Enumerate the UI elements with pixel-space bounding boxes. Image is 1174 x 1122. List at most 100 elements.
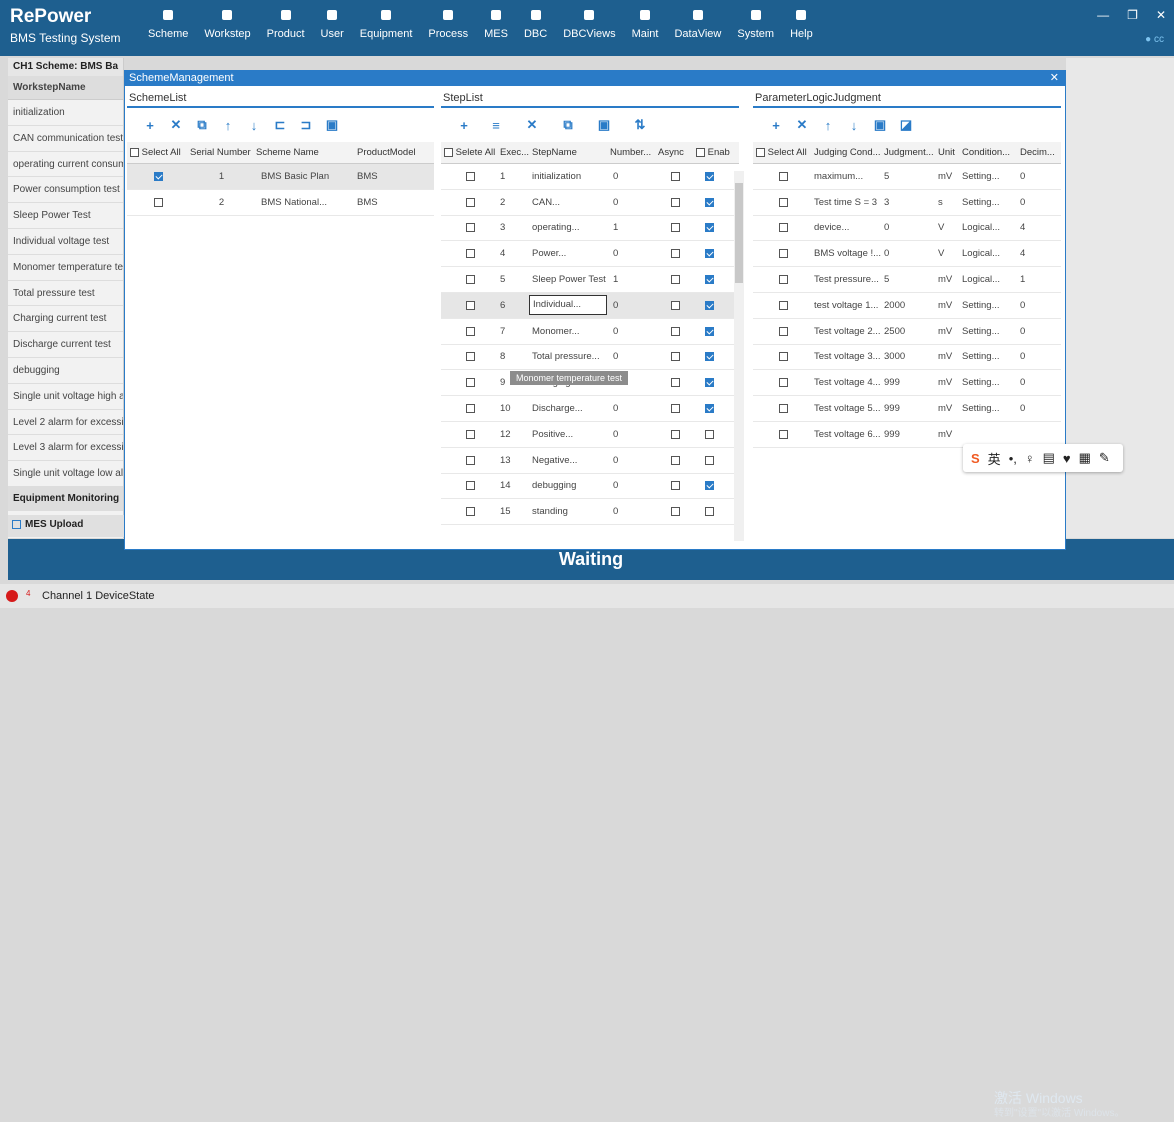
step-row-checkbox[interactable] bbox=[466, 171, 475, 181]
add-icon[interactable]: + bbox=[137, 118, 163, 133]
step-async-checkbox[interactable] bbox=[671, 455, 680, 465]
parameter-row-checkbox[interactable] bbox=[779, 326, 788, 336]
step-async-checkbox[interactable] bbox=[671, 197, 680, 207]
workstep-row[interactable]: Power consumption test c bbox=[8, 177, 123, 204]
step-row-checkbox[interactable] bbox=[466, 249, 475, 259]
scheme-row-checkbox[interactable] bbox=[154, 197, 163, 207]
step-row[interactable]: 6 Individual... 0 bbox=[441, 292, 739, 319]
select-all-checkbox[interactable] bbox=[756, 147, 765, 157]
step-async-checkbox[interactable] bbox=[671, 378, 680, 388]
step-enable-checkbox[interactable] bbox=[705, 171, 714, 181]
workstep-row[interactable]: Sleep Power Test bbox=[8, 203, 123, 229]
parameter-row[interactable]: BMS voltage !... 0 V Logical... 4 bbox=[753, 241, 1061, 268]
step-enable-checkbox[interactable] bbox=[705, 507, 714, 517]
parameter-row-checkbox[interactable] bbox=[779, 300, 788, 310]
nav-item-scheme[interactable]: Scheme bbox=[148, 8, 188, 40]
step-enable-checkbox[interactable] bbox=[705, 481, 714, 491]
ime-language[interactable]: 英 bbox=[988, 449, 1001, 468]
step-row[interactable]: 8 Total pressure... 0 bbox=[441, 345, 739, 371]
import-icon[interactable]: ⊏ bbox=[267, 117, 293, 133]
step-async-checkbox[interactable] bbox=[671, 223, 680, 233]
grid-icon[interactable]: ▦ bbox=[1079, 450, 1091, 466]
sogou-icon[interactable]: S bbox=[971, 451, 980, 466]
step-row-checkbox[interactable] bbox=[466, 223, 475, 233]
parameter-row-checkbox[interactable] bbox=[779, 171, 788, 181]
step-row[interactable]: 4 Power... 0 bbox=[441, 241, 739, 268]
enable-all-checkbox[interactable] bbox=[696, 147, 705, 157]
step-enable-checkbox[interactable] bbox=[705, 223, 714, 233]
scrollbar-thumb[interactable] bbox=[735, 183, 743, 283]
save-icon[interactable]: ▣ bbox=[867, 117, 893, 133]
step-row[interactable]: 12 Positive... 0 bbox=[441, 422, 739, 448]
add-icon[interactable]: + bbox=[763, 118, 789, 133]
scheme-row-checkbox[interactable] bbox=[154, 171, 163, 181]
minimize-icon[interactable]: — bbox=[1097, 8, 1109, 22]
restore-icon[interactable]: ❐ bbox=[1127, 8, 1138, 22]
microphone-icon[interactable]: ♀ bbox=[1025, 451, 1035, 466]
workstep-row[interactable]: Discharge current test bbox=[8, 332, 123, 358]
export-icon[interactable]: ⊐ bbox=[293, 117, 319, 133]
step-row-checkbox[interactable] bbox=[466, 455, 475, 465]
parameter-row-checkbox[interactable] bbox=[779, 429, 788, 439]
parameter-row[interactable]: Test voltage 3... 3000 mV Setting... 0 bbox=[753, 345, 1061, 371]
step-async-checkbox[interactable] bbox=[671, 507, 680, 517]
nav-item-workstep[interactable]: Workstep bbox=[204, 8, 251, 40]
step-row[interactable]: 3 operating... 1 bbox=[441, 216, 739, 242]
parameter-row-checkbox[interactable] bbox=[779, 275, 788, 285]
parameter-row[interactable]: Test time S = 3 3 s Setting... 0 bbox=[753, 190, 1061, 216]
step-row-checkbox[interactable] bbox=[466, 300, 475, 310]
parameter-row-checkbox[interactable] bbox=[779, 378, 788, 388]
workstep-row[interactable]: debugging bbox=[8, 358, 123, 384]
step-row-checkbox[interactable] bbox=[466, 481, 475, 491]
step-row-checkbox[interactable] bbox=[466, 378, 475, 388]
step-row-checkbox[interactable] bbox=[466, 352, 475, 362]
move-down-icon[interactable]: ↓ bbox=[241, 118, 267, 133]
step-row[interactable]: 13 Negative... 0 bbox=[441, 448, 739, 474]
step-row-checkbox[interactable] bbox=[466, 275, 475, 285]
scheme-row[interactable]: 1 BMS Basic Plan BMS bbox=[127, 164, 434, 190]
step-async-checkbox[interactable] bbox=[671, 326, 680, 336]
parameter-row[interactable]: Test voltage 2... 2500 mV Setting... 0 bbox=[753, 319, 1061, 345]
workstep-row[interactable]: Individual voltage test bbox=[8, 229, 123, 255]
nav-item-dbcviews[interactable]: DBCViews bbox=[563, 8, 616, 40]
insert-icon[interactable]: ≡ bbox=[483, 118, 509, 133]
step-enable-checkbox[interactable] bbox=[705, 300, 714, 310]
mes-upload-checkbox[interactable] bbox=[12, 519, 21, 529]
nav-item-process[interactable]: Process bbox=[428, 8, 468, 40]
step-enable-checkbox[interactable] bbox=[705, 378, 714, 388]
parameter-row-checkbox[interactable] bbox=[779, 404, 788, 414]
step-row[interactable]: 10 Discharge... 0 bbox=[441, 396, 739, 422]
close-icon[interactable]: ✕ bbox=[1050, 71, 1059, 86]
step-row[interactable]: 15 standing 0 bbox=[441, 499, 739, 526]
nav-item-user[interactable]: User bbox=[321, 8, 344, 40]
step-enable-checkbox[interactable] bbox=[705, 455, 714, 465]
sort-icon[interactable]: ⇅ bbox=[627, 117, 653, 133]
step-row-checkbox[interactable] bbox=[466, 507, 475, 517]
step-enable-checkbox[interactable] bbox=[705, 275, 714, 285]
workstep-row[interactable]: Charging current test bbox=[8, 306, 123, 333]
nav-item-system[interactable]: System bbox=[737, 8, 774, 40]
step-row[interactable]: 7 Monomer... 0 bbox=[441, 319, 739, 345]
parameter-row-checkbox[interactable] bbox=[779, 249, 788, 259]
workstep-row[interactable]: Single unit voltage low al bbox=[8, 461, 123, 487]
save-icon[interactable]: ▣ bbox=[591, 117, 617, 133]
select-all-checkbox[interactable] bbox=[444, 147, 453, 157]
step-row-checkbox[interactable] bbox=[466, 429, 475, 439]
step-async-checkbox[interactable] bbox=[671, 300, 680, 310]
step-row-checkbox[interactable] bbox=[466, 326, 475, 336]
step-async-checkbox[interactable] bbox=[671, 275, 680, 285]
move-down-icon[interactable]: ↓ bbox=[841, 118, 867, 133]
workstep-row[interactable]: operating current consum bbox=[8, 152, 123, 178]
step-row[interactable]: 1 initialization 0 bbox=[441, 164, 739, 190]
user-badge[interactable]: ● cc bbox=[1145, 34, 1164, 45]
parameter-row[interactable]: test voltage 1... 2000 mV Setting... 0 bbox=[753, 293, 1061, 319]
parameter-row-checkbox[interactable] bbox=[779, 223, 788, 233]
step-async-checkbox[interactable] bbox=[671, 429, 680, 439]
step-async-checkbox[interactable] bbox=[671, 481, 680, 491]
nav-item-mes[interactable]: MES bbox=[484, 8, 508, 40]
step-row-checkbox[interactable] bbox=[466, 197, 475, 207]
step-async-checkbox[interactable] bbox=[671, 404, 680, 414]
add-icon[interactable]: + bbox=[451, 118, 477, 133]
move-up-icon[interactable]: ↑ bbox=[215, 118, 241, 133]
workstep-row[interactable]: Level 3 alarm for excessiv bbox=[8, 435, 123, 462]
